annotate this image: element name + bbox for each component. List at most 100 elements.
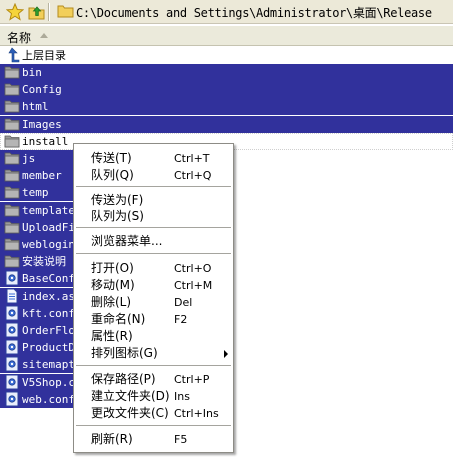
- parent-directory-label: 上层目录: [22, 49, 66, 62]
- menu-item[interactable]: 更改文件夹(C) Ctrl+Ins: [74, 405, 233, 422]
- menu-item-label: 队列为(S): [91, 209, 144, 223]
- folder-icon: [4, 167, 20, 183]
- menu-separator: [76, 227, 231, 228]
- file-row[interactable]: Images: [0, 116, 453, 133]
- menu-item-shortcut: Ctrl+O: [174, 262, 212, 275]
- menu-item[interactable]: 浏览器菜单...: [74, 233, 233, 250]
- menu-item-label: 刷新(R): [91, 432, 133, 446]
- column-header: 名称: [0, 26, 453, 46]
- menu-item-label: 打开(O): [91, 261, 134, 275]
- up-folder-icon[interactable]: [27, 2, 47, 22]
- menu-item-shortcut: Ctrl+Ins: [174, 407, 219, 420]
- file-name: ProductD: [22, 341, 75, 354]
- menu-item-shortcut: F2: [174, 313, 188, 326]
- file-row[interactable]: bin: [0, 64, 453, 81]
- sort-ascending-icon: [40, 33, 48, 38]
- folder-icon: [4, 253, 20, 269]
- config-file-icon: [4, 356, 20, 372]
- menu-item[interactable]: 删除(L) Del: [74, 294, 233, 311]
- file-name: js: [22, 152, 36, 165]
- parent-up-arrow-icon: [4, 47, 20, 63]
- file-name: member: [22, 169, 62, 182]
- file-name: Images: [22, 118, 62, 131]
- file-name: template: [22, 204, 75, 217]
- config-file-icon: [4, 374, 20, 390]
- menu-item-label: 队列(Q): [91, 168, 134, 182]
- folder-icon: [4, 150, 20, 166]
- folder-icon: [4, 184, 20, 200]
- parent-directory-row[interactable]: 上层目录: [0, 47, 453, 64]
- menu-item[interactable]: 刷新(R) F5: [74, 431, 233, 448]
- menu-item-label: 排列图标(G): [91, 346, 158, 360]
- file-name: html: [22, 100, 49, 113]
- menu-item[interactable]: 重命名(N) F2: [74, 311, 233, 328]
- folder-icon: [4, 236, 20, 252]
- file-name: 安装说明: [22, 255, 66, 268]
- address-path[interactable]: C:\Documents and Settings\Administrator\…: [76, 4, 432, 21]
- menu-item[interactable]: 队列为(S): [74, 208, 233, 225]
- menu-item-label: 传送(T): [91, 151, 132, 165]
- file-name: Config: [22, 83, 62, 96]
- file-name: V5Shop.c: [22, 376, 75, 389]
- menu-item-label: 传送为(F): [91, 193, 144, 207]
- file-name: UploadFi: [22, 221, 75, 234]
- menu-separator: [76, 365, 231, 366]
- toolbar-separator: [48, 3, 49, 21]
- menu-item-shortcut: Ctrl+Q: [174, 169, 212, 182]
- menu-item[interactable]: 传送为(F): [74, 192, 233, 209]
- config-file-icon: [4, 270, 20, 286]
- star-icon[interactable]: [5, 2, 25, 22]
- file-row[interactable]: Config: [0, 81, 453, 98]
- document-icon: [4, 288, 20, 304]
- menu-item-label: 保存路径(P): [91, 372, 156, 386]
- menu-item-shortcut: Ctrl+M: [174, 279, 213, 292]
- menu-item-label: 删除(L): [91, 295, 132, 309]
- context-menu: 传送(T) Ctrl+T 队列(Q) Ctrl+Q 传送为(F) 队列为(S) 浏览器菜单.…: [73, 143, 234, 453]
- folder-icon: [4, 219, 20, 235]
- file-name: sitemapt: [22, 358, 75, 371]
- menu-item-label: 属性(R): [91, 329, 133, 343]
- file-name: weblogin: [22, 238, 75, 251]
- menu-item-label: 重命名(N): [91, 312, 146, 326]
- menu-separator: [76, 253, 231, 254]
- menu-item[interactable]: 排列图标(G): [74, 345, 233, 362]
- folder-icon: [4, 81, 20, 97]
- menu-item[interactable]: 队列(Q) Ctrl+Q: [74, 167, 233, 184]
- menu-item-shortcut: Ctrl+P: [174, 373, 210, 386]
- file-name: temp: [22, 186, 49, 199]
- file-row[interactable]: html: [0, 98, 453, 115]
- folder-icon: [57, 3, 74, 19]
- menu-item-shortcut: Ins: [174, 390, 190, 403]
- menu-item-label: 移动(M): [91, 278, 135, 292]
- menu-item[interactable]: 传送(T) Ctrl+T: [74, 150, 233, 167]
- name-column-header[interactable]: 名称: [7, 29, 31, 46]
- toolbar: C:\Documents and Settings\Administrator\…: [0, 0, 453, 24]
- file-name: index.as: [22, 290, 75, 303]
- file-name: install: [22, 135, 69, 148]
- menu-item-label: 浏览器菜单...: [91, 234, 163, 248]
- menu-item-shortcut: F5: [174, 433, 188, 446]
- submenu-arrow-icon: [224, 350, 228, 358]
- file-name: OrderFlo: [22, 324, 75, 337]
- file-name: bin: [22, 66, 42, 79]
- menu-item[interactable]: 打开(O) Ctrl+O: [74, 260, 233, 277]
- folder-icon: [4, 64, 20, 80]
- file-name: kft.conf: [22, 307, 75, 320]
- folder-icon: [4, 202, 20, 218]
- menu-item-label: 建立文件夹(D): [91, 389, 170, 403]
- config-file-icon: [4, 391, 20, 407]
- menu-separator: [76, 186, 231, 187]
- menu-separator: [76, 425, 231, 426]
- menu-item-shortcut: Ctrl+T: [174, 152, 210, 165]
- menu-item[interactable]: 建立文件夹(D) Ins: [74, 388, 233, 405]
- folder-icon: [4, 98, 20, 114]
- config-file-icon: [4, 305, 20, 321]
- file-name: BaseConf: [22, 272, 75, 285]
- folder-icon: [4, 116, 20, 132]
- config-file-icon: [4, 339, 20, 355]
- menu-item[interactable]: 移动(M) Ctrl+M: [74, 277, 233, 294]
- config-file-icon: [4, 322, 20, 338]
- menu-item[interactable]: 属性(R): [74, 328, 233, 345]
- folder-icon: [4, 133, 20, 149]
- menu-item[interactable]: 保存路径(P) Ctrl+P: [74, 371, 233, 388]
